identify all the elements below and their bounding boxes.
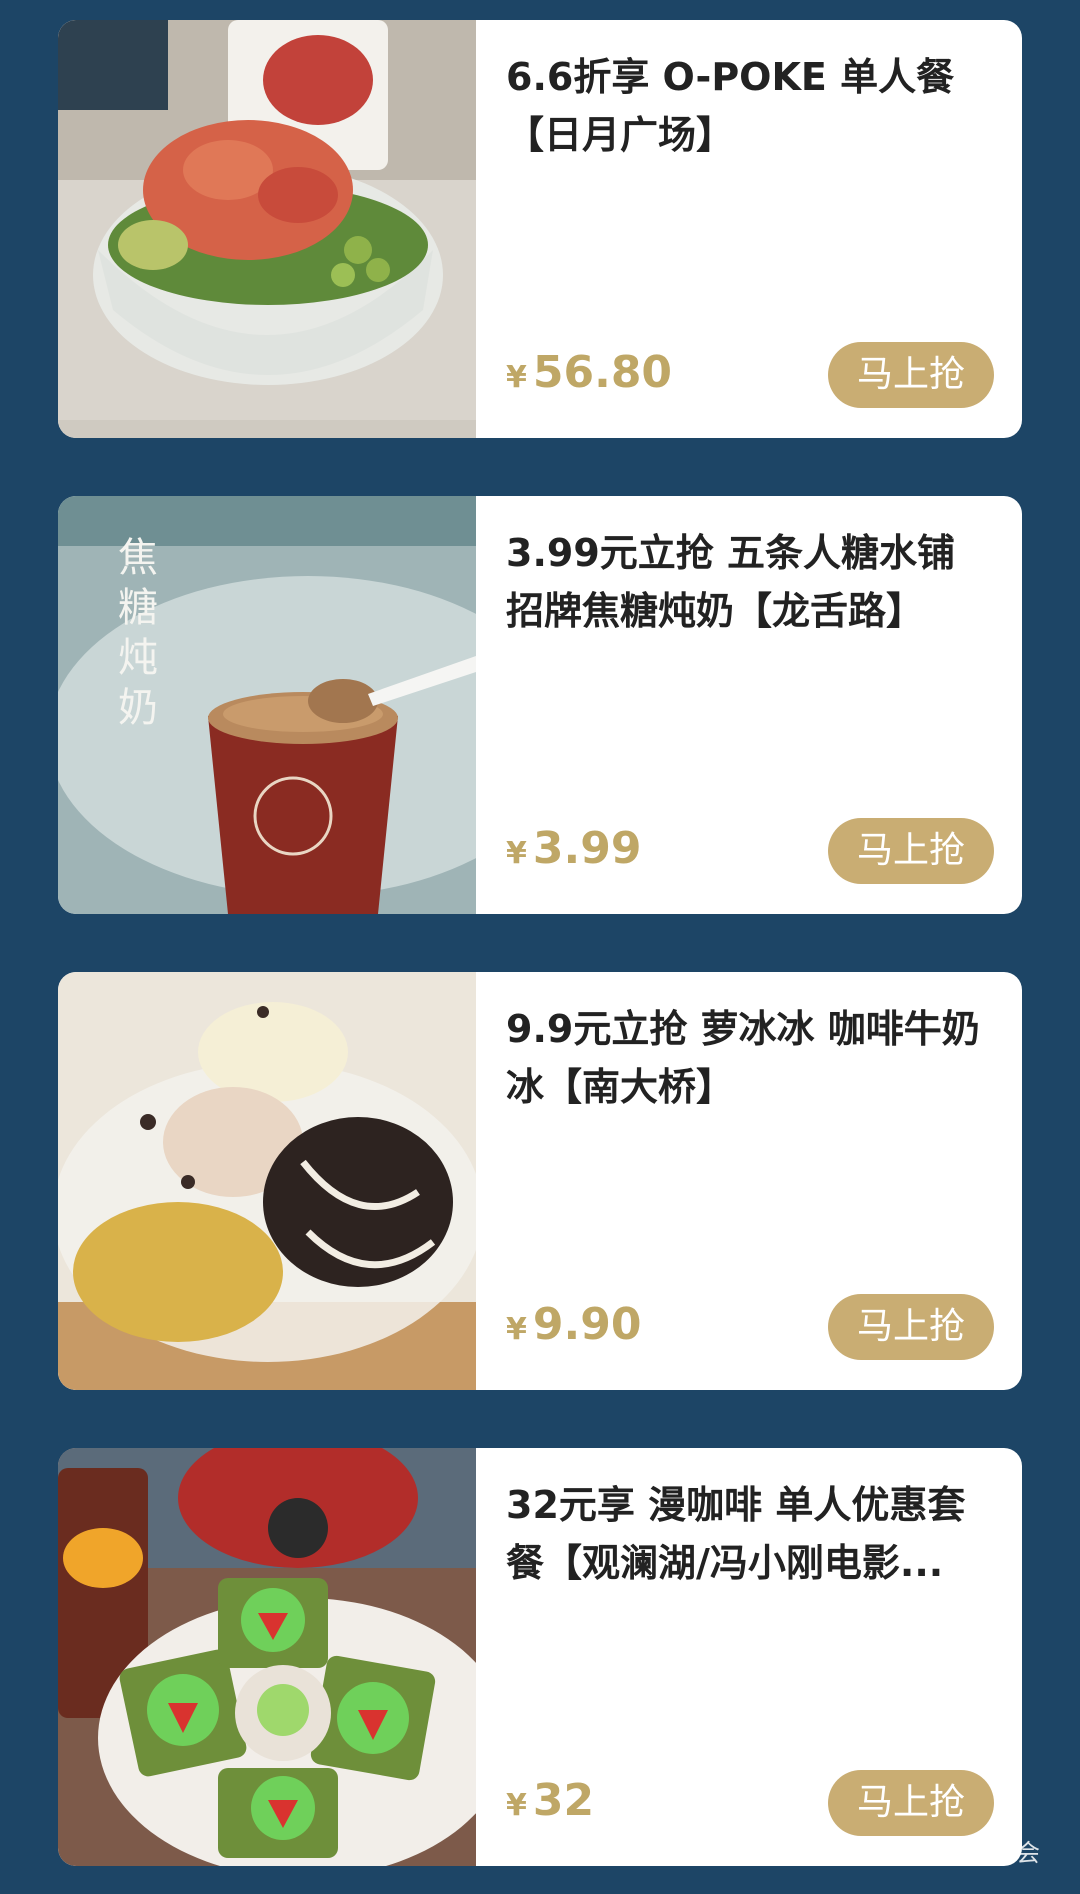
- price-amount: 32: [532, 1775, 595, 1826]
- poke-bowl-image[interactable]: [58, 20, 476, 438]
- currency-symbol: ¥: [506, 1788, 527, 1823]
- deal-title: 6.6折享 O-POKE 单人餐【日月广场】: [506, 55, 955, 157]
- deal-title: 3.99元立抢 五条人糖水铺 招牌焦糖炖奶【龙舌路】: [506, 531, 955, 633]
- coffee-milk-ice-image[interactable]: [58, 972, 476, 1390]
- grab-deal-button[interactable]: 马上抢: [828, 818, 994, 884]
- deal-price: ¥ 9.90: [506, 1299, 641, 1350]
- grab-deal-button[interactable]: 马上抢: [828, 1294, 994, 1360]
- matcha-waffle-set-image[interactable]: [58, 1448, 476, 1866]
- currency-symbol: ¥: [506, 1312, 527, 1347]
- price-amount: 9.90: [532, 1299, 642, 1350]
- deal-card[interactable]: 6.6折享 O-POKE 单人餐【日月广场】 ¥ 56.80 马上抢: [58, 20, 1022, 438]
- caption-char: 奶: [118, 685, 158, 731]
- caption-char: 炖: [118, 635, 158, 681]
- deal-price: ¥ 3.99: [506, 823, 641, 874]
- account-watermark: 海南省酒店与餐饮行业协会: [704, 1833, 1040, 1868]
- deal-list: 6.6折享 O-POKE 单人餐【日月广场】 ¥ 56.80 马上抢 焦 糖 炖: [0, 0, 1080, 1894]
- grab-deal-button[interactable]: 马上抢: [828, 342, 994, 408]
- watermark-text: 海南省酒店与餐饮行业协会: [752, 1839, 1040, 1867]
- caption-char: 糖: [118, 585, 158, 631]
- price-amount: 56.80: [532, 347, 673, 398]
- price-amount: 3.99: [532, 823, 642, 874]
- currency-symbol: ¥: [506, 836, 527, 871]
- wechat-icon: [704, 1836, 741, 1864]
- deal-card[interactable]: 32元享 漫咖啡 单人优惠套餐【观澜湖/冯小刚电影... ¥ 32 马上抢: [58, 1448, 1022, 1866]
- caption-char: 焦: [118, 535, 158, 581]
- deal-price: ¥ 32: [506, 1775, 594, 1826]
- deal-card[interactable]: 9.9元立抢 萝冰冰 咖啡牛奶冰【南大桥】 ¥ 9.90 马上抢: [58, 972, 1022, 1390]
- caramel-milk-pudding-image[interactable]: 焦 糖 炖 奶: [58, 496, 476, 914]
- deal-price: ¥ 56.80: [506, 347, 672, 398]
- deal-title: 9.9元立抢 萝冰冰 咖啡牛奶冰【南大桥】: [506, 1007, 980, 1109]
- deal-card[interactable]: 焦 糖 炖 奶 3.99元立抢 五条人糖水铺 招牌焦糖炖奶【龙舌路】 ¥ 3.9…: [58, 496, 1022, 914]
- deal-title: 32元享 漫咖啡 单人优惠套餐【观澜湖/冯小刚电影...: [506, 1483, 966, 1585]
- currency-symbol: ¥: [506, 360, 527, 395]
- grab-deal-button[interactable]: 马上抢: [828, 1770, 994, 1836]
